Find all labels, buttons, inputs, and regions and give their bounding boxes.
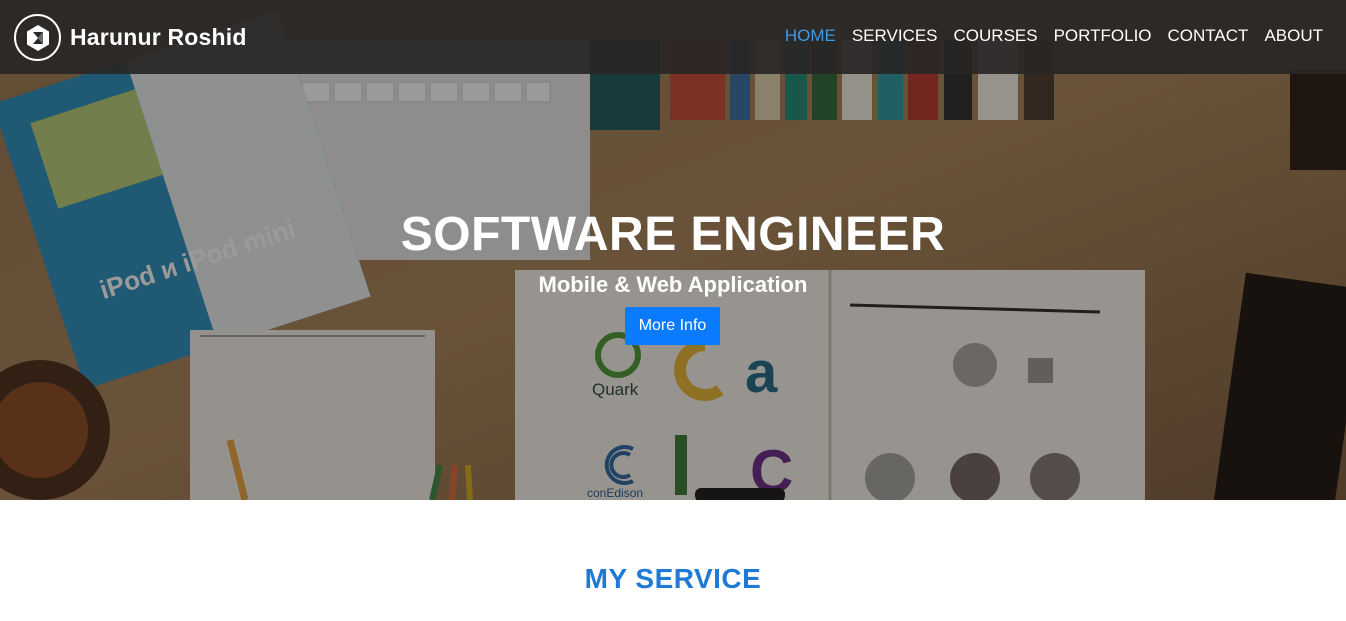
brand-name: Harunur Roshid <box>70 24 247 50</box>
hero-title: SOFTWARE ENGINEER <box>400 208 946 261</box>
nav-item-about[interactable]: ABOUT <box>1264 26 1323 46</box>
service-section-title: MY SERVICE <box>584 563 762 594</box>
hero-section: iPod и iPod mini Quark a conEdison C SOF… <box>0 0 1346 500</box>
nav-item-services[interactable]: SERVICES <box>852 26 938 46</box>
more-info-button[interactable]: More Info <box>625 307 720 345</box>
nav-item-contact[interactable]: CONTACT <box>1168 26 1249 46</box>
nav-item-courses[interactable]: COURSES <box>954 26 1038 46</box>
nav-item-home[interactable]: HOME <box>785 26 836 46</box>
nav-menu: HOME SERVICES COURSES PORTFOLIO CONTACT … <box>769 26 1323 46</box>
brand[interactable]: Harunur Roshid <box>14 14 247 61</box>
hero-subtitle: Mobile & Web Application <box>538 272 808 297</box>
hexagon-logo-icon <box>14 14 61 61</box>
nav-item-portfolio[interactable]: PORTFOLIO <box>1054 26 1152 46</box>
navbar: Harunur Roshid HOME SERVICES COURSES POR… <box>0 0 1346 74</box>
